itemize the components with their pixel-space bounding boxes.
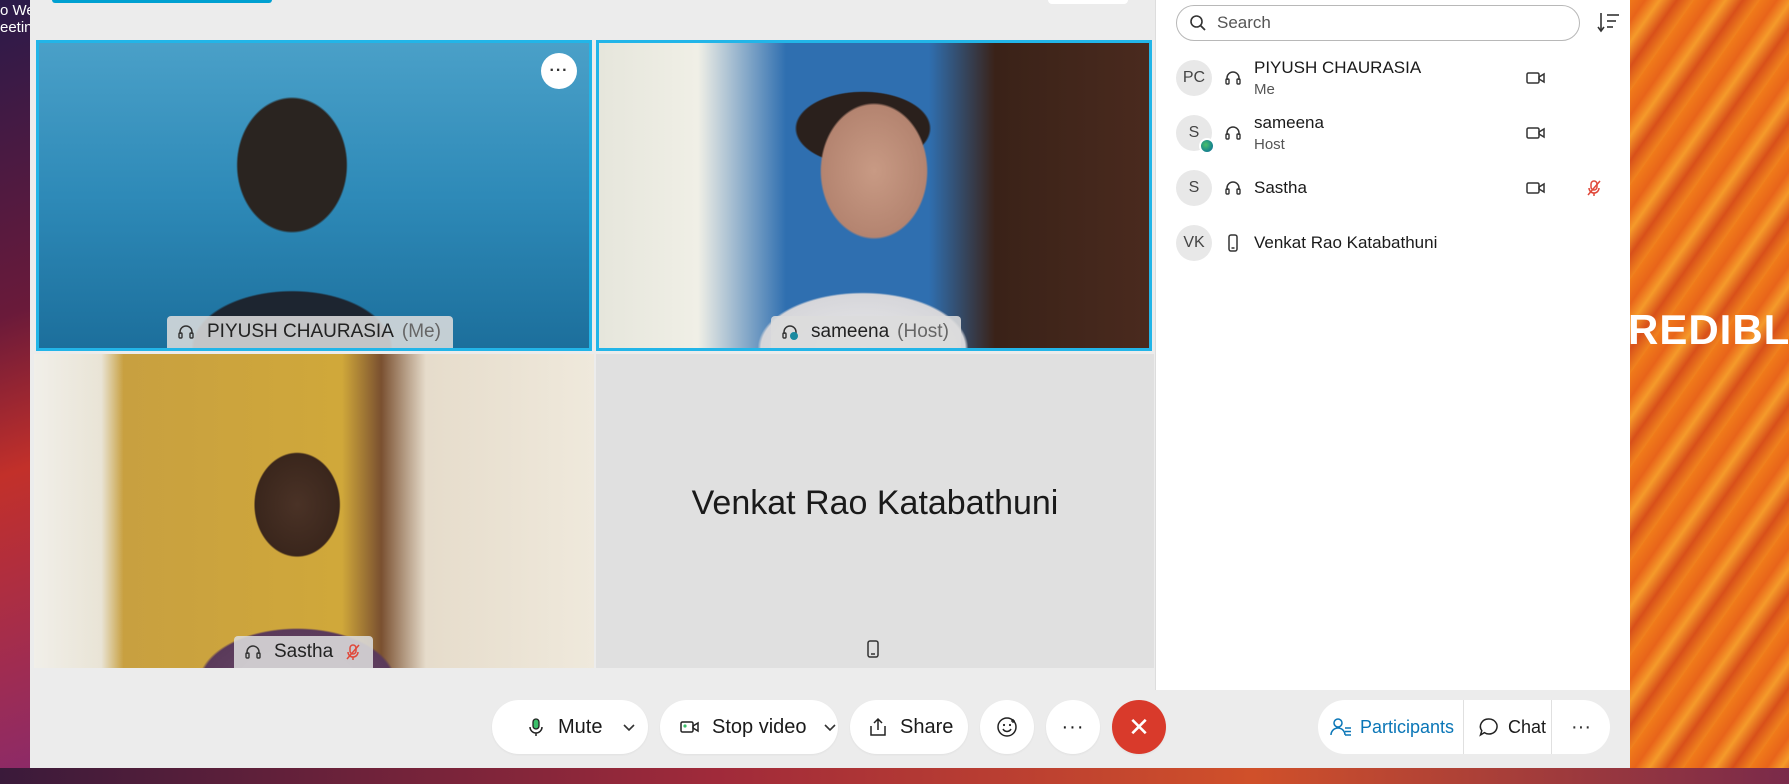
video-tile-name: Sastha: [274, 641, 334, 662]
participant-row-venkat[interactable]: VK Venkat Rao Katabathuni: [1176, 217, 1621, 269]
chevron-down-icon[interactable]: [823, 722, 837, 732]
host-status-icon: [1199, 138, 1215, 154]
video-tile-placeholder-name: Venkat Rao Katabathuni: [691, 484, 1059, 522]
sort-icon: [1597, 13, 1619, 33]
sort-list-button[interactable]: [1597, 11, 1621, 33]
phone-icon: [1224, 234, 1242, 252]
video-tile-name: sameena: [811, 321, 890, 342]
desktop-background-right: [1628, 0, 1789, 784]
more-options-button[interactable]: ···: [1046, 700, 1100, 754]
headset-speaking-icon: [781, 323, 799, 341]
muted-mic-icon[interactable]: [1587, 179, 1601, 197]
participant-role: Host: [1254, 136, 1285, 153]
video-tile-role: (Host): [897, 321, 949, 342]
tile-more-options-button[interactable]: ···: [541, 53, 577, 89]
stop-video-button[interactable]: Stop video: [660, 700, 838, 754]
participants-toggle-button[interactable]: Participants: [1318, 700, 1464, 754]
participant-row-piyush[interactable]: PC PIYUSH CHAURASIA Me: [1176, 52, 1621, 104]
avatar: VK: [1176, 225, 1212, 261]
desktop-background-bottom: [0, 768, 1789, 784]
muted-mic-icon: [345, 643, 361, 661]
video-tile-role: (Me): [401, 321, 441, 342]
video-camera-icon: [680, 717, 700, 737]
participants-icon: [1330, 716, 1352, 738]
smiley-icon: [996, 716, 1018, 738]
top-button-fragment[interactable]: [1048, 0, 1128, 4]
chat-toggle-button[interactable]: Chat: [1464, 700, 1552, 754]
avatar: S: [1176, 170, 1212, 206]
video-tile-sameena[interactable]: sameena (Host): [596, 40, 1152, 351]
avatar: S: [1176, 115, 1215, 154]
microphone-icon: [526, 717, 546, 737]
video-camera-icon: [1526, 125, 1546, 141]
share-button-label: Share: [900, 715, 954, 738]
participant-search[interactable]: [1176, 5, 1580, 41]
headset-icon: [244, 643, 262, 661]
participant-role: Me: [1254, 81, 1275, 98]
desktop-background-left: [0, 0, 30, 784]
video-tile-name-tag: Sastha: [234, 636, 374, 668]
headset-icon: [1224, 69, 1242, 87]
reactions-button[interactable]: [980, 700, 1034, 754]
headset-icon: [1224, 124, 1242, 142]
mute-button-label: Mute: [558, 715, 603, 738]
video-tile-venkat[interactable]: Venkat Rao Katabathuni: [596, 354, 1154, 668]
chat-bubble-icon: [1478, 716, 1500, 738]
desktop-window-title-fragment: o We: [0, 2, 30, 19]
video-tile-name-tag: PIYUSH CHAURASIA (Me): [167, 316, 453, 348]
video-tile-name: PIYUSH CHAURASIA: [207, 321, 394, 342]
avatar: PC: [1176, 60, 1212, 96]
headset-icon: [177, 323, 195, 341]
participant-name: PIYUSH CHAURASIA: [1254, 58, 1422, 77]
stop-video-button-label: Stop video: [712, 715, 807, 738]
mute-button[interactable]: Mute: [492, 700, 648, 754]
top-tab-indicator[interactable]: [52, 0, 272, 3]
participant-name: Venkat Rao Katabathuni: [1254, 233, 1438, 252]
video-tile-name-tag: sameena (Host): [771, 316, 961, 348]
share-button[interactable]: Share: [850, 700, 968, 754]
search-input[interactable]: [1217, 13, 1557, 33]
participants-toggle-label: Participants: [1360, 716, 1455, 737]
participant-name: sameena: [1254, 113, 1324, 132]
video-tile-sastha[interactable]: Sastha: [34, 354, 594, 668]
participants-panel: PC PIYUSH CHAURASIA Me S sameena: [1155, 0, 1630, 690]
video-camera-icon: [1526, 180, 1546, 196]
panel-more-options-button[interactable]: ···: [1552, 700, 1610, 754]
end-call-button[interactable]: ✕: [1112, 700, 1166, 754]
participant-row-sastha[interactable]: S Sastha: [1176, 162, 1621, 214]
video-camera-icon: [1526, 70, 1546, 86]
headset-icon: [1224, 179, 1242, 197]
phone-icon: [866, 640, 880, 658]
participant-name: Sastha: [1254, 178, 1307, 197]
video-tile-piyush[interactable]: ··· PIYUSH CHAURASIA (Me): [36, 40, 592, 351]
meeting-window: ··· PIYUSH CHAURASIA (Me) sameena (Host)…: [30, 0, 1630, 768]
participant-row-sameena[interactable]: S sameena Host: [1176, 107, 1621, 159]
share-icon: [868, 717, 888, 737]
search-icon: [1189, 14, 1207, 32]
chat-toggle-label: Chat: [1508, 716, 1547, 737]
chevron-down-icon[interactable]: [622, 722, 636, 732]
avatar-initials: S: [1188, 124, 1200, 141]
desktop-window-title-fragment-2: eeting: [0, 19, 30, 36]
desktop-wallpaper-text: REDIBLE: [1628, 306, 1788, 353]
panel-toggle-group: Participants Chat ···: [1318, 700, 1610, 754]
